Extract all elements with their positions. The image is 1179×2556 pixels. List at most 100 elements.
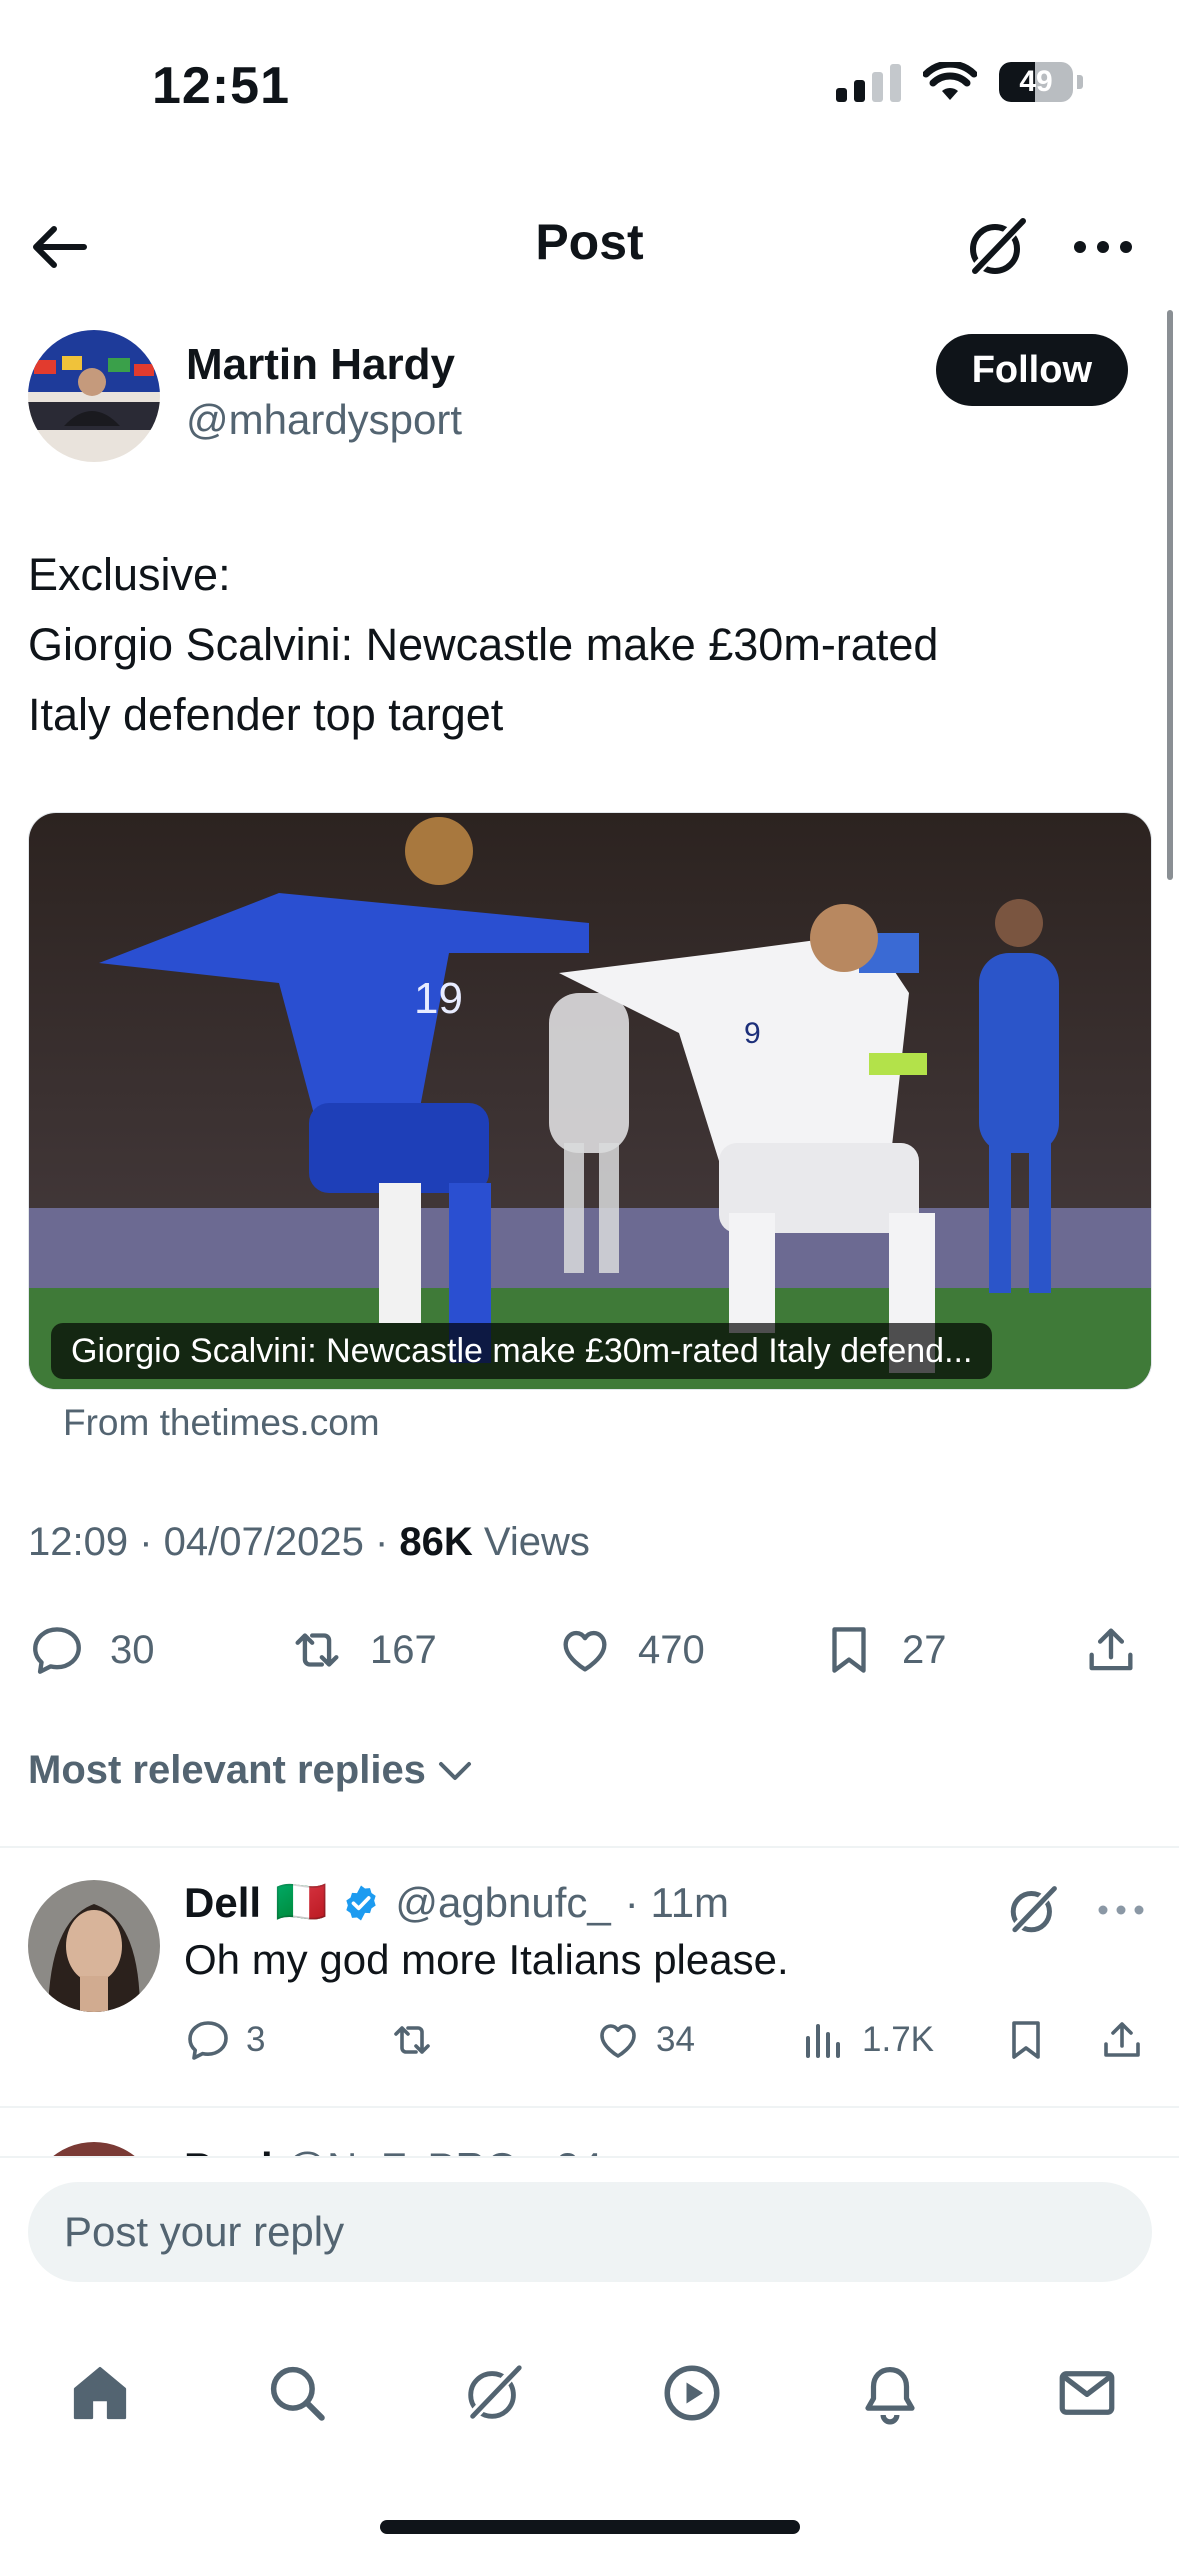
repost-icon xyxy=(295,1633,339,1667)
battery-cap xyxy=(1077,75,1083,89)
author-avatar[interactable] xyxy=(28,330,160,462)
scrollbar[interactable] xyxy=(1167,310,1173,880)
next-reply-partial[interactable]: Paul @NuFcPRO · 24m xyxy=(0,2108,1179,2158)
grok-icon xyxy=(968,216,1026,278)
video-icon xyxy=(664,2365,720,2421)
bookmark-icon xyxy=(832,1627,866,1673)
reply-header: Dell 🇮🇹 @agbnufc_ · 11m xyxy=(184,1878,729,1927)
repost-count: 167 xyxy=(370,1627,437,1672)
post-timestamp: 12:09 · 04/07/2025 · xyxy=(28,1520,400,1564)
analytics-icon xyxy=(806,2024,840,2058)
reply-author-handle[interactable]: @agbnufc_ xyxy=(395,1879,610,1927)
reply-avatar-image xyxy=(28,1880,160,2012)
bookmark-button[interactable]: 27 xyxy=(820,1605,947,1695)
bookmark-icon xyxy=(1012,2021,1040,2059)
follow-button[interactable]: Follow xyxy=(935,334,1128,406)
bottom-area xyxy=(0,2156,1179,2556)
divider xyxy=(0,1846,1179,1848)
article-photo: 19 9 xyxy=(29,813,1151,1389)
wifi-icon xyxy=(923,62,977,100)
repost-button[interactable]: 167 xyxy=(288,1605,437,1695)
reply-reply-button[interactable]: 3 xyxy=(184,2008,265,2072)
home-icon xyxy=(73,2366,127,2420)
post-text-line: Giorgio Scalvini: Newcastle make £30m-ra… xyxy=(28,619,939,670)
link-card-caption: Giorgio Scalvini: Newcastle make £30m-ra… xyxy=(51,1323,993,1379)
reply-actions: 3 34 1.7K xyxy=(0,2008,1179,2072)
more-horizontal-icon xyxy=(1074,241,1132,253)
views-count[interactable]: 86K xyxy=(399,1520,472,1564)
tab-messages[interactable] xyxy=(1027,2333,1147,2453)
post-header: Post xyxy=(0,195,1179,295)
link-card[interactable]: 19 9 Giorgio Scalvini: Newcastle make £3… xyxy=(28,812,1152,1390)
tab-video[interactable] xyxy=(632,2333,752,2453)
like-count: 470 xyxy=(638,1627,705,1672)
post-text: Exclusive: Giorgio Scalvini: Newcastle m… xyxy=(28,540,1148,750)
post-text-line: Italy defender top target xyxy=(28,689,504,740)
reply-share-button[interactable] xyxy=(1098,2008,1146,2072)
tab-notifications[interactable] xyxy=(830,2333,950,2453)
reply-more-button[interactable] xyxy=(1093,1882,1149,1938)
reply-button[interactable]: 30 xyxy=(28,1605,155,1695)
chevron-down-icon xyxy=(438,1761,471,1780)
reply-item[interactable]: Dell 🇮🇹 @agbnufc_ · 11m Oh my god more I… xyxy=(0,1860,1179,2100)
tab-grok[interactable] xyxy=(434,2333,554,2453)
reply-views-count: 1.7K xyxy=(862,2020,934,2059)
search-icon xyxy=(270,2366,325,2421)
messages-icon xyxy=(1059,2371,1115,2415)
post-author: Martin Hardy @mhardysport Follow xyxy=(28,330,1128,470)
notifications-icon xyxy=(865,2367,915,2425)
reply-like-count: 34 xyxy=(656,2020,695,2059)
reply-repost-button[interactable] xyxy=(388,2008,436,2072)
reply-composer-input[interactable] xyxy=(28,2182,1152,2282)
reply-time: · 11m xyxy=(624,1878,730,1926)
reply-like-button[interactable]: 34 xyxy=(594,2008,695,2072)
more-horizontal-icon xyxy=(1098,1905,1144,1915)
post-meta: 12:09 · 04/07/2025 · 86K Views xyxy=(28,1520,590,1565)
replies-sort-label: Most relevant replies xyxy=(28,1748,426,1792)
reply-avatar[interactable] xyxy=(28,1880,160,2012)
share-icon xyxy=(1089,1628,1133,1671)
reply-count: 30 xyxy=(110,1627,155,1672)
grok-button[interactable] xyxy=(963,213,1031,281)
status-bar: 12:51 49 xyxy=(0,0,1179,170)
grok-icon xyxy=(466,2364,522,2422)
tab-bar xyxy=(0,2333,1179,2453)
tab-search[interactable] xyxy=(237,2333,357,2453)
author-handle[interactable]: @mhardysport xyxy=(186,396,462,444)
cellular-signal-icon xyxy=(836,62,901,102)
reply-grok-button[interactable] xyxy=(1005,1882,1061,1938)
reply-author-name[interactable]: Dell xyxy=(184,1879,261,1927)
share-button[interactable] xyxy=(1082,1605,1140,1695)
reply-text: Oh my god more Italians please. xyxy=(184,1936,789,1983)
author-name[interactable]: Martin Hardy xyxy=(186,340,455,390)
views-label: Views xyxy=(472,1520,590,1564)
italy-flag-icon: 🇮🇹 xyxy=(275,1878,328,1925)
verified-badge-icon xyxy=(346,1885,376,1920)
reply-views-button[interactable]: 1.7K xyxy=(800,2008,934,2072)
heart-icon xyxy=(563,1630,607,1672)
repost-icon xyxy=(394,2026,430,2054)
status-indicators: 49 xyxy=(836,62,1083,102)
reply-reply-count: 3 xyxy=(246,2020,266,2059)
grok-icon xyxy=(1009,1885,1057,1935)
comment-icon xyxy=(188,2021,228,2060)
replies-sort-dropdown[interactable]: Most relevant replies xyxy=(28,1748,472,1793)
comment-icon xyxy=(33,1627,81,1674)
like-button[interactable]: 470 xyxy=(556,1605,705,1695)
home-indicator[interactable] xyxy=(380,2520,800,2534)
svg-text:9: 9 xyxy=(744,1017,761,1050)
post-actions: 30 167 470 27 xyxy=(0,1605,1179,1695)
share-icon xyxy=(1104,2022,1140,2057)
tab-home[interactable] xyxy=(40,2333,160,2453)
status-time: 12:51 xyxy=(152,57,290,115)
battery-level: 49 xyxy=(1019,65,1053,98)
battery-icon: 49 xyxy=(999,62,1073,102)
svg-text:19: 19 xyxy=(414,974,463,1023)
heart-icon xyxy=(600,2024,636,2058)
bookmark-count: 27 xyxy=(902,1627,947,1672)
reply-bookmark-button[interactable] xyxy=(1002,2008,1050,2072)
author-avatar-image xyxy=(28,330,160,462)
post-text-line: Exclusive: xyxy=(28,549,231,600)
link-source[interactable]: From thetimes.com xyxy=(63,1402,380,1444)
more-options-button[interactable] xyxy=(1069,213,1137,281)
